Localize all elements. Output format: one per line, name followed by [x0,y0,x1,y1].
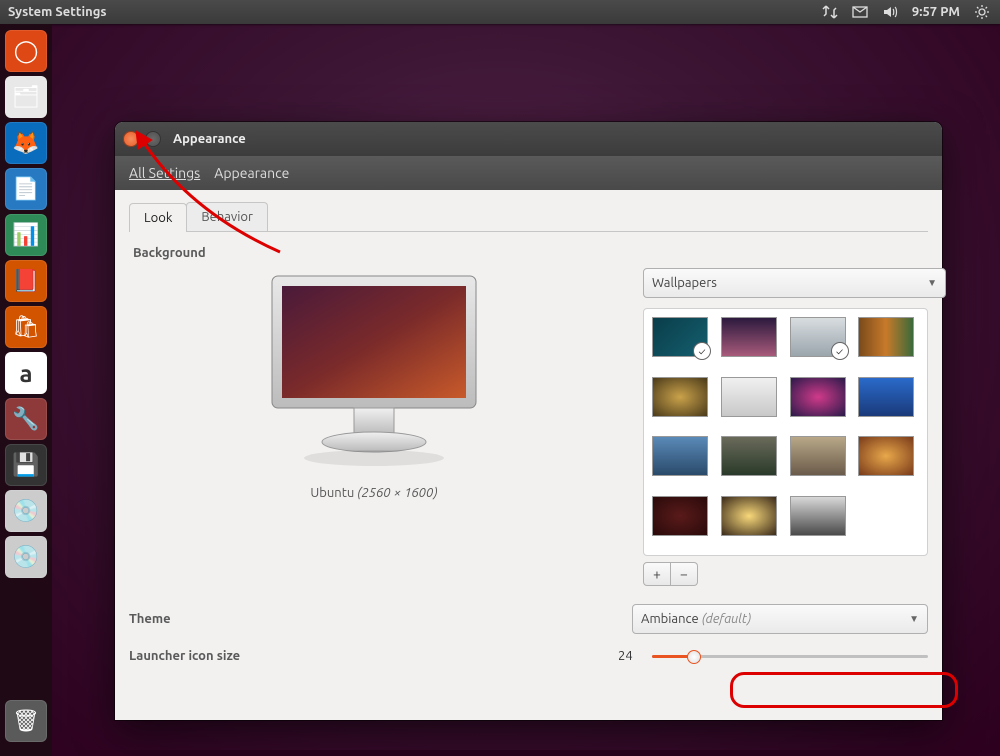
chevron-down-icon: ▼ [927,277,937,289]
wallpaper-grid: ✓✓ [643,308,928,556]
unity-launcher: ◯🗂🦊📄📊📕🛍a🔧💾💿💿 [0,24,52,756]
wallpaper-thumb[interactable] [790,496,846,536]
launcher-writer[interactable]: 📄 [5,168,47,210]
add-wallpaper-button[interactable]: + [643,562,671,586]
wallpaper-thumb[interactable] [721,436,777,476]
theme-dropdown[interactable]: Ambiance (default) ▼ [632,604,928,634]
check-icon: ✓ [693,342,711,360]
breadcrumb: All Settings Appearance [115,156,942,190]
launcher-software[interactable]: 🛍 [5,306,47,348]
launcher-size-value: 24 [618,649,642,663]
close-button[interactable] [123,131,139,147]
launcher-amazon[interactable]: a [5,352,47,394]
network-icon[interactable] [822,4,838,20]
minimize-button[interactable] [145,131,161,147]
tab-look[interactable]: Look [129,203,187,232]
clock[interactable]: 9:57 PM [912,5,960,19]
launcher-firefox[interactable]: 🦊 [5,122,47,164]
launcher-settings[interactable]: 🔧 [5,398,47,440]
tabs: Look Behavior [129,202,928,232]
launcher-size-label: Launcher icon size [129,649,240,663]
launcher-disc2[interactable]: 💿 [5,536,47,578]
volume-icon[interactable] [882,4,898,20]
background-label: Background [133,246,928,260]
breadcrumb-current: Appearance [214,165,289,181]
appearance-window: Appearance All Settings Appearance Look … [115,122,942,720]
tab-behavior[interactable]: Behavior [186,202,268,231]
launcher-files[interactable]: 🗂 [5,76,47,118]
wallpaper-thumb[interactable] [652,436,708,476]
remove-wallpaper-button[interactable]: − [671,562,698,586]
mail-icon[interactable] [852,4,868,20]
breadcrumb-all-settings[interactable]: All Settings [129,165,200,181]
launcher-size-slider[interactable] [652,648,928,664]
preview-caption: Ubuntu (2560 × 1600) [129,486,619,500]
launcher-impress[interactable]: 📕 [5,260,47,302]
launcher-calc[interactable]: 📊 [5,214,47,256]
wallpaper-source-dropdown[interactable]: Wallpapers ▼ [643,268,946,298]
wallpaper-thumb[interactable]: ✓ [652,317,708,357]
wallpaper-thumb[interactable] [652,377,708,417]
theme-value: Ambiance (default) [641,612,751,626]
launcher-dash[interactable]: ◯ [5,30,47,72]
wallpaper-thumb[interactable] [790,436,846,476]
background-preview: Ubuntu (2560 × 1600) [129,268,619,586]
wallpaper-thumb[interactable] [790,377,846,417]
wallpaper-thumb[interactable] [721,377,777,417]
window-title: Appearance [173,132,246,146]
wallpaper-thumb[interactable] [721,496,777,536]
wallpaper-thumb[interactable]: ✓ [790,317,846,357]
wallpaper-thumb[interactable] [652,496,708,536]
wallpaper-thumb[interactable] [858,377,914,417]
window-titlebar[interactable]: Appearance [115,122,942,156]
launcher-disc1[interactable]: 💿 [5,490,47,532]
wallpaper-thumb[interactable] [858,436,914,476]
launcher-trash[interactable]: 🗑 [5,700,47,742]
chevron-down-icon: ▼ [909,613,919,625]
theme-label: Theme [129,612,171,626]
top-menu-bar: System Settings 9:57 PM [0,0,1000,24]
check-icon: ✓ [831,342,849,360]
wallpaper-thumb[interactable] [858,317,914,357]
launcher-media[interactable]: 💾 [5,444,47,486]
wallpaper-source-value: Wallpapers [652,276,717,290]
wallpaper-thumb[interactable] [721,317,777,357]
gear-icon[interactable] [974,4,990,20]
topbar-title: System Settings [0,5,107,19]
